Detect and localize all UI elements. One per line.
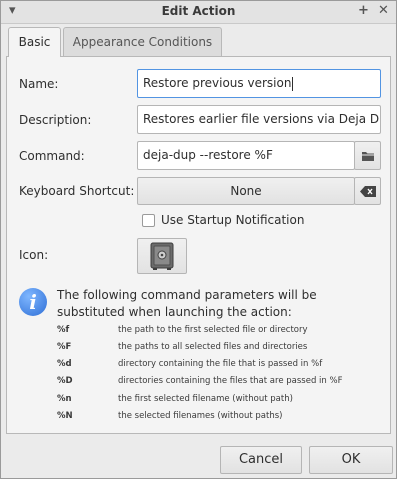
param-description: directories containing the files that ar… [118,376,343,386]
safe-icon [150,242,174,270]
tab-bar: Basic Appearance Conditions [1,27,396,57]
clear-shortcut-button[interactable] [354,177,381,205]
name-input[interactable]: Restore previous version [137,69,381,98]
param-code: %f [57,325,70,335]
text-caret [292,76,294,91]
description-input-text: Restores earlier file versions via Deja … [143,112,381,126]
name-label: Name: [19,77,59,91]
param-code: %F [57,342,72,352]
keyboard-shortcut-label: Keyboard Shortcut: [19,184,135,198]
info-icon: i [19,288,47,316]
startup-notification-label[interactable]: Use Startup Notification [161,213,304,227]
titlebar: ▾ Edit Action + ✕ [1,1,396,24]
browse-command-button[interactable] [354,141,381,170]
param-code: %N [57,411,73,421]
command-input[interactable]: deja-dup --restore %F [137,141,355,170]
backspace-icon [359,186,376,197]
param-code: %D [57,376,73,386]
param-description: the path to the first selected file or d… [118,325,308,335]
command-label: Command: [19,149,85,163]
param-code: %d [57,359,72,369]
keyboard-shortcut-button[interactable]: None [137,177,355,205]
tab-appearance-conditions[interactable]: Appearance Conditions [63,27,222,56]
cancel-button[interactable]: Cancel [220,446,302,474]
param-description: the selected filenames (without paths) [118,411,283,421]
description-label: Description: [19,113,92,127]
description-input[interactable]: Restores earlier file versions via Deja … [137,105,381,134]
tab-basic[interactable]: Basic [8,27,61,57]
param-description: directory containing the file that is pa… [118,359,323,369]
close-icon[interactable]: ✕ [378,4,389,18]
maximize-icon[interactable]: + [358,4,369,18]
name-input-text: Restore previous version [143,76,292,90]
edit-action-dialog: ▾ Edit Action + ✕ Basic Appearance Condi… [0,0,397,479]
command-input-text: deja-dup --restore %F [143,148,273,162]
basic-panel: Name: Restore previous version Descripti… [6,56,391,434]
window-title: Edit Action [161,4,236,18]
icon-picker-button[interactable] [137,238,187,274]
param-description: the first selected filename (without pat… [118,394,293,404]
icon-label: Icon: [19,248,49,262]
folder-icon [361,152,374,161]
ok-button[interactable]: OK [309,446,393,474]
info-text: The following command parameters will be… [57,288,317,319]
param-code: %n [57,394,72,404]
startup-notification-checkbox[interactable] [142,214,155,227]
param-description: the paths to all selected files and dire… [118,342,308,352]
